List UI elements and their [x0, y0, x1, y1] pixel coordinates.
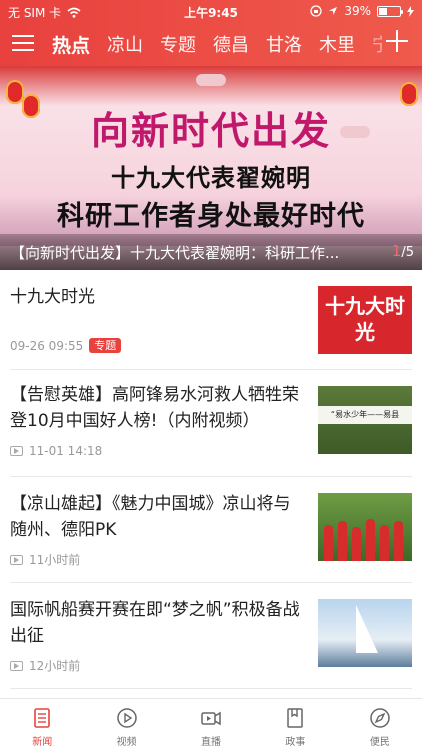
news-thumbnail — [318, 599, 412, 667]
book-icon — [287, 708, 304, 728]
news-item[interactable]: 【凉山雄起】《魅力中国城》凉山将与随州、德阳PK 11小时前 — [10, 477, 412, 583]
news-thumbnail: 十九大时光 — [318, 286, 412, 354]
banner-title: 向新时代出发 — [90, 109, 331, 153]
compass-icon — [370, 708, 390, 728]
bottom-tab-label: 便民 — [369, 737, 390, 748]
battery-percent: 39% — [344, 4, 371, 18]
news-time: 11小时前 — [29, 553, 81, 567]
channel-tabs: 热点 凉山 专题 德昌 甘洛 木里 宁 — [52, 31, 382, 59]
page-total: /5 — [401, 245, 414, 260]
news-item[interactable]: 十九大时光 09-26 09:55 专题 十九大时光 — [10, 270, 412, 370]
tab-ganluo[interactable]: 甘洛 — [266, 31, 302, 59]
banner-caption[interactable]: 【向新时代出发】十九大代表翟婉明：科研工作... — [10, 242, 370, 263]
app-screen: 无 SIM 卡 上午9:45 39% 热点 凉山 专题 德昌 甘洛 木里 宁 向… — [0, 0, 422, 750]
channel-bar: 热点 凉山 专题 德昌 甘洛 木里 宁 — [0, 26, 422, 64]
status-bar: 无 SIM 卡 上午9:45 39% — [0, 0, 422, 22]
banner-headline-1: 十九大代表翟婉明 — [111, 164, 311, 192]
news-meta: 12小时前 — [10, 657, 80, 674]
bottom-tab-news[interactable]: 新闻 — [0, 699, 84, 750]
news-title: 【凉山雄起】《魅力中国城》凉山将与随州、德阳PK — [10, 494, 291, 540]
news-list: 十九大时光 09-26 09:55 专题 十九大时光 【告慰英雄】高阿锋易水河救… — [0, 270, 422, 698]
video-icon — [10, 554, 23, 565]
banner-page-indicator: 1/5 — [392, 242, 414, 260]
sailboat-image — [356, 605, 378, 653]
news-meta: 11小时前 — [10, 551, 80, 568]
news-thumbnail — [318, 493, 412, 561]
tab-topics[interactable]: 专题 — [160, 31, 196, 59]
bottom-tab-label: 新闻 — [32, 737, 53, 748]
camera-icon — [201, 711, 221, 726]
tab-hot[interactable]: 热点 — [52, 31, 90, 59]
tab-ning[interactable]: 宁 — [372, 31, 382, 59]
news-time: 09-26 09:55 — [10, 338, 84, 353]
page-current: 1 — [391, 242, 402, 260]
tab-dechang[interactable]: 德昌 — [213, 31, 249, 59]
news-item[interactable]: 国际帆船赛开赛在即“梦之帆”积极备战出征 12小时前 — [10, 583, 412, 689]
news-time: 11-01 14:18 — [29, 444, 103, 458]
video-icon — [10, 660, 23, 671]
news-meta: 09-26 09:55 专题 — [10, 338, 122, 353]
topic-badge: 专题 — [89, 338, 122, 353]
cloud-decoration — [196, 74, 226, 86]
thumbnail-text: 十九大时光 — [325, 294, 405, 344]
bottom-tab-label: 视频 — [116, 737, 137, 748]
news-title: 【告慰英雄】高阿锋易水河救人牺牲荣登10月中国好人榜!（内附视频） — [10, 385, 299, 431]
news-title: 十九大时光 — [10, 287, 95, 307]
status-right: 39% — [310, 4, 414, 18]
news-time: 12小时前 — [29, 659, 81, 673]
news-thumbnail: “易水少年——易县 — [318, 386, 412, 454]
bottom-tab-video[interactable]: 视频 — [84, 699, 168, 750]
video-icon — [10, 446, 23, 456]
bottom-tab-label: 直播 — [201, 737, 222, 748]
bottom-tab-live[interactable]: 直播 — [169, 699, 253, 750]
bottom-tab-affairs[interactable]: 政事 — [253, 699, 337, 750]
banner-carousel[interactable]: 向新时代出发 十九大代表翟婉明 科研工作者身处最好时代 【向新时代出发】十九大代… — [0, 66, 422, 270]
news-item[interactable]: 【告慰英雄】高阿锋易水河救人牺牲荣登10月中国好人榜!（内附视频） 11-01 … — [10, 370, 412, 477]
menu-icon[interactable] — [12, 32, 36, 54]
news-meta: 11-01 14:18 — [10, 444, 102, 458]
thumbnail-text: “易水少年——易县 — [318, 406, 412, 424]
location-icon — [329, 7, 338, 15]
rotation-lock-icon — [310, 5, 322, 17]
charging-icon — [407, 5, 414, 17]
play-icon — [116, 708, 137, 728]
news-title: 国际帆船赛开赛在即“梦之帆”积极备战出征 — [10, 600, 300, 646]
app-header: 无 SIM 卡 上午9:45 39% 热点 凉山 专题 德昌 甘洛 木里 宁 — [0, 0, 422, 66]
battery-icon — [377, 5, 403, 17]
banner-headline-2: 科研工作者身处最好时代 — [57, 201, 365, 232]
tab-liangshan[interactable]: 凉山 — [107, 31, 143, 59]
tab-muli[interactable]: 木里 — [319, 31, 355, 59]
add-channel-icon[interactable] — [384, 28, 410, 54]
bottom-tab-label: 政事 — [285, 737, 306, 748]
bottom-tab-bar: 新闻 视频 直播 政事 便民 — [0, 698, 422, 750]
news-icon — [34, 708, 51, 728]
bottom-tab-services[interactable]: 便民 — [338, 699, 422, 750]
banner-caption-bar: 【向新时代出发】十九大代表翟婉明：科研工作... 1/5 — [0, 234, 422, 270]
